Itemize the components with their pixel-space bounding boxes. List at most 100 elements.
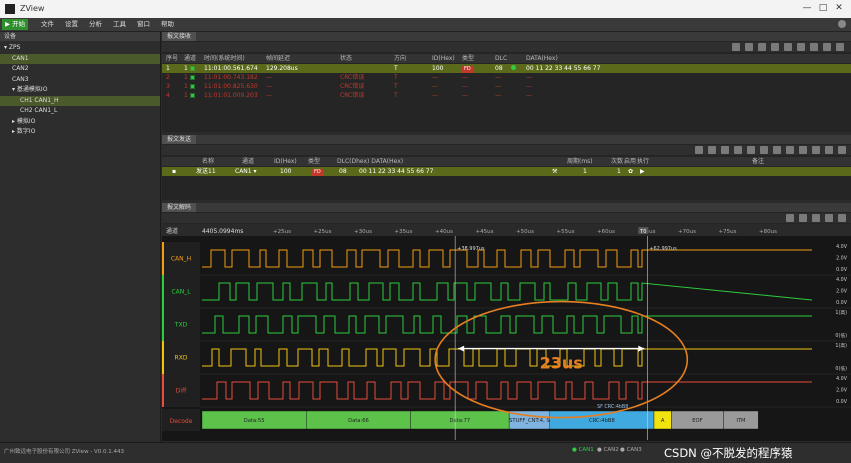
receive-col-header[interactable]: 类型 — [462, 54, 474, 63]
receive-tool-icon[interactable] — [823, 43, 831, 51]
checkbox-icon[interactable]: ▣ — [188, 65, 196, 72]
menu-settings[interactable]: 设置 — [62, 19, 81, 30]
send-col-header[interactable]: 名称 — [202, 157, 214, 166]
decode-tool-icon[interactable] — [825, 214, 833, 222]
device-panel: 设备 ▾ ZPS CAN1 CAN2 CAN3 ▾ 基通模拟IO CH1 CAN1_H CH… — [0, 32, 161, 442]
receive-tool-icon[interactable] — [745, 43, 753, 51]
send-col-header[interactable]: 类型 — [308, 157, 320, 166]
send-channel-select[interactable]: CAN1 ▾ — [235, 167, 257, 176]
tree-item[interactable]: ▸ 数字IO — [0, 127, 160, 137]
checkbox-icon[interactable]: ▣ — [188, 83, 196, 90]
receive-row[interactable]: 1 1 ▣ 11:01:00.561.674 129.208us T 100 FD 08 00 … — [162, 64, 851, 73]
send-tool-icon[interactable] — [838, 146, 846, 154]
send-col-header[interactable]: 执行 — [637, 157, 649, 166]
tree-item[interactable]: ▾ ZPS — [0, 43, 160, 53]
voltage-label: 2.0V — [836, 289, 848, 295]
receive-tool-icon[interactable] — [797, 43, 805, 51]
enabled-gear-icon[interactable]: ✿ — [628, 167, 633, 176]
receive-tool-icon[interactable] — [771, 43, 779, 51]
channel-name[interactable]: CAN_H — [171, 256, 191, 263]
start-button[interactable]: ▶ 开始 — [2, 19, 29, 30]
channel-name[interactable]: RXD — [175, 355, 188, 362]
receive-cell-no: 2 — [166, 74, 170, 81]
send-tool-icon[interactable] — [786, 146, 794, 154]
send-tool-icon[interactable] — [708, 146, 716, 154]
menu-window[interactable]: 窗口 — [134, 19, 153, 30]
decode-tool-icon[interactable] — [838, 214, 846, 222]
receive-cell-time: 11:01:00.743.182 — [204, 74, 258, 81]
send-tool-icon[interactable] — [760, 146, 768, 154]
channel-name[interactable]: TXD — [174, 322, 188, 329]
close-button[interactable]: ✕ — [832, 3, 846, 13]
receive-cell-status: CRC错误 — [340, 92, 365, 99]
menu-tools[interactable]: 工具 — [110, 19, 129, 30]
send-tool-icon[interactable] — [695, 146, 703, 154]
receive-col-header[interactable]: DATA(Hex) — [526, 54, 558, 63]
tree-item[interactable]: CAN2 — [0, 64, 160, 74]
tree-item[interactable]: ▸ 模拟IO — [0, 117, 160, 127]
channel-name[interactable]: CAN_L — [171, 289, 191, 296]
send-col-header[interactable]: 启用 — [624, 157, 636, 166]
receive-cell-ch: 1 ▣ — [184, 82, 195, 91]
wrench-icon[interactable]: ⚒ — [552, 167, 557, 176]
send-tool-icon[interactable] — [721, 146, 729, 154]
channel-name[interactable]: Diff — [176, 388, 187, 395]
menu-analysis[interactable]: 分析 — [86, 19, 105, 30]
checkbox-icon[interactable]: ▣ — [188, 92, 196, 99]
tree-item[interactable]: ▾ 基通模拟IO — [0, 85, 160, 95]
send-tool-icon[interactable] — [773, 146, 781, 154]
menu-file[interactable]: 文件 — [38, 19, 57, 30]
receive-row[interactable]: 2 1 ▣ 11:01:00.743.182 — CRC错误 T — — — — — [162, 73, 851, 82]
decode-tool-icon[interactable] — [812, 214, 820, 222]
receive-col-header[interactable]: 方向 — [394, 54, 406, 63]
receive-tool-icon[interactable] — [810, 43, 818, 51]
receive-col-header[interactable]: 时间(系统时间) — [204, 54, 245, 63]
receive-tool-icon[interactable] — [784, 43, 792, 51]
receive-col-header[interactable]: 序号 — [166, 54, 178, 63]
send-col-header[interactable]: 周期(ms) — [567, 157, 593, 166]
tab-send[interactable]: 报文发送 — [162, 135, 197, 144]
voltage-label: 0.0V — [836, 300, 848, 306]
tree-item[interactable]: CAN3 — [0, 75, 160, 85]
tree-item[interactable]: CH2 CAN1_L — [0, 106, 160, 116]
receive-col-header[interactable]: 通道 — [184, 54, 196, 63]
tab-receive[interactable]: 报文接收 — [162, 32, 197, 41]
send-col-header[interactable]: 通道 — [242, 157, 254, 166]
send-col-header[interactable]: DLC(Dhex) DATA(Hex) — [337, 157, 403, 166]
decode-tool-icon[interactable] — [786, 214, 794, 222]
receive-tool-icon[interactable] — [758, 43, 766, 51]
voltage-label: 4.0V — [836, 376, 848, 382]
send-tool-icon[interactable] — [799, 146, 807, 154]
send-tool-icon[interactable] — [812, 146, 820, 154]
receive-col-header[interactable]: ID(Hex) — [432, 54, 455, 63]
receive-col-header[interactable]: DLC — [495, 54, 507, 63]
receive-col-header[interactable]: 帧间延迟 — [266, 54, 290, 63]
maximize-button[interactable]: □ — [816, 3, 830, 13]
menu-help[interactable]: 帮助 — [158, 19, 177, 30]
send-tool-icon[interactable] — [747, 146, 755, 154]
decode-tool-icon[interactable] — [799, 214, 807, 222]
tree-item[interactable]: CH1 CAN1_H — [0, 95, 160, 106]
send-col-header[interactable]: 次数 — [611, 157, 623, 166]
receive-tool-icon[interactable] — [732, 43, 740, 51]
send-tool-icon[interactable] — [734, 146, 742, 154]
receive-tool-icon[interactable] — [836, 43, 844, 51]
checkbox-icon[interactable]: ▣ — [188, 74, 196, 81]
receive-panel: 报文接收 序号 通道 时间(系统时间) 帧间延迟 状态 方向 ID(Hex) 类型 DLC DAT… — [162, 32, 851, 132]
execute-play-icon[interactable]: ▶ — [640, 167, 645, 176]
measure-label: 23us — [540, 354, 583, 373]
minimize-button[interactable]: — — [800, 3, 814, 13]
receive-tab-bar: 报文接收 — [162, 32, 851, 41]
receive-col-header[interactable]: 状态 — [340, 54, 352, 63]
settings-gear-icon[interactable] — [838, 20, 846, 28]
waveform-view[interactable]: 通道 4405.0994ms +25us +25us +30us +35us +40us +4… — [162, 224, 851, 441]
receive-row[interactable]: 4 1 ▣ 11:01:01.009.203 — CRC错误 T — — — — — [162, 91, 851, 100]
tree-item[interactable]: CAN1 — [0, 53, 160, 64]
receive-row[interactable]: 3 1 ▣ 11:01:00.825.630 — CRC错误 T — — — — — [162, 82, 851, 91]
cursor-a-label: +38.997us — [457, 246, 485, 252]
send-col-header[interactable]: 备注 — [752, 157, 764, 166]
send-row[interactable]: ▪ 发送11 CAN1 ▾ 100 FD 08 00 11 22 33 44 5… — [162, 167, 851, 176]
send-col-header[interactable]: ID(Hex) — [274, 157, 297, 166]
send-tool-icon[interactable] — [825, 146, 833, 154]
tab-decode[interactable]: 报文解码 — [162, 203, 197, 212]
